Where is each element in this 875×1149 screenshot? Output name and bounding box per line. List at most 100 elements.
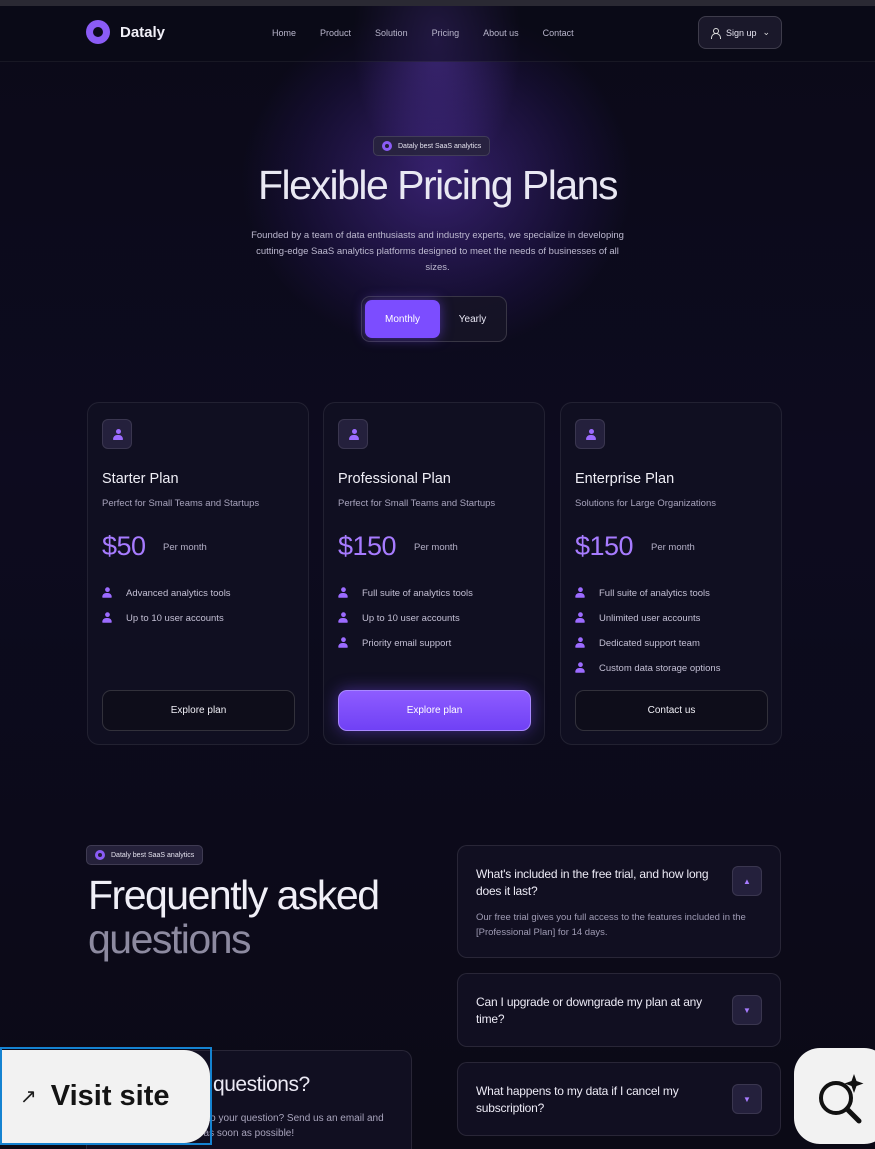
explore-plan-button[interactable]: Explore plan: [102, 690, 295, 731]
faq-answer: Our free trial gives you full access to …: [476, 912, 746, 938]
user-icon: [575, 636, 585, 648]
arrow-up-right-icon: ↗: [20, 1086, 37, 1108]
chevron-down-icon[interactable]: ▼: [732, 1084, 762, 1114]
nav-link-home[interactable]: Home: [272, 28, 296, 38]
faq-item-free-trial[interactable]: What's included in the free trial, and h…: [457, 845, 781, 958]
plan-card-starter: Starter Plan Perfect for Small Teams and…: [87, 402, 309, 745]
plan-period: Per month: [414, 542, 458, 553]
feature-label: Up to 10 user accounts: [126, 613, 224, 624]
nav-link-product[interactable]: Product: [320, 28, 351, 38]
feature-label: Unlimited user accounts: [599, 613, 701, 624]
plan-price: $150: [338, 531, 397, 561]
visual-search-button[interactable]: [794, 1048, 875, 1144]
top-navigation: Dataly Home Product Solution Pricing Abo…: [0, 6, 875, 62]
feature-item: Priority email support: [338, 631, 473, 656]
nav-link-about[interactable]: About us: [483, 28, 519, 38]
feature-list: Full suite of analytics tools Unlimited …: [575, 581, 720, 681]
user-icon: [102, 611, 112, 623]
plan-subtitle: Perfect for Small Teams and Startups: [102, 498, 260, 509]
nav-link-pricing[interactable]: Pricing: [432, 28, 460, 38]
user-icon: [575, 611, 585, 623]
user-icon: [338, 636, 348, 648]
plan-name: Professional Plan: [338, 471, 451, 487]
contact-us-button[interactable]: Contact us: [575, 690, 768, 731]
feature-item: Up to 10 user accounts: [338, 606, 473, 631]
user-icon: [102, 586, 112, 598]
pricing-page: Dataly Home Product Solution Pricing Abo…: [0, 0, 875, 1149]
feature-label: Up to 10 user accounts: [362, 613, 460, 624]
plan-name: Enterprise Plan: [575, 471, 675, 487]
plan-subtitle: Perfect for Small Teams and Startups: [338, 498, 496, 509]
chevron-down-icon: ⌄: [762, 27, 771, 37]
feature-label: Dedicated support team: [599, 638, 700, 649]
plan-subtitle: Solutions for Large Organizations: [575, 498, 716, 509]
logo-ring-icon: [382, 141, 392, 151]
user-icon: [586, 429, 596, 441]
person-icon: [710, 27, 721, 39]
feature-label: Full suite of analytics tools: [599, 588, 710, 599]
faq-badge-label: Dataly best SaaS analytics: [111, 851, 195, 859]
feature-item: Full suite of analytics tools: [575, 581, 720, 606]
plan-period: Per month: [163, 542, 207, 553]
signup-button[interactable]: Sign up ⌄: [698, 16, 782, 49]
plan-card-professional: Professional Plan Perfect for Small Team…: [323, 402, 545, 745]
user-icon: [338, 586, 348, 598]
feature-item: Custom data storage options: [575, 656, 720, 681]
visit-site-pill: ↗ Visit site: [2, 1050, 210, 1143]
signup-label: Sign up: [725, 27, 757, 38]
toggle-monthly[interactable]: Monthly: [365, 300, 440, 338]
hero-description: Founded by a team of data enthusiasts an…: [251, 230, 624, 273]
plan-icon: [102, 419, 132, 449]
feature-list: Full suite of analytics tools Up to 10 u…: [338, 581, 473, 656]
feature-label: Custom data storage options: [599, 663, 721, 674]
feature-label: Priority email support: [362, 638, 452, 649]
faq-question: Can I upgrade or downgrade my plan at an…: [476, 995, 702, 1026]
chevron-up-icon[interactable]: ▲: [732, 866, 762, 896]
plan-name: Starter Plan: [102, 471, 179, 487]
user-icon: [349, 429, 359, 441]
faq-question: What's included in the free trial, and h…: [476, 867, 709, 898]
page-title: Flexible Pricing Plans: [258, 162, 618, 208]
faq-heading-line2: questions: [88, 916, 252, 962]
toggle-yearly[interactable]: Yearly: [440, 300, 505, 338]
feature-item: Unlimited user accounts: [575, 606, 720, 631]
feature-item: Dedicated support team: [575, 631, 720, 656]
visit-site-button[interactable]: ↗ Visit site: [0, 1047, 212, 1145]
plan-period: Per month: [651, 542, 695, 553]
hero-badge-label: Dataly best SaaS analytics: [398, 142, 482, 150]
feature-list: Advanced analytics tools Up to 10 user a…: [102, 581, 231, 631]
visit-site-label: Visit site: [50, 1080, 170, 1112]
faq-question: What happens to my data if I cancel my s…: [476, 1084, 679, 1115]
nav-link-solution[interactable]: Solution: [375, 28, 408, 38]
brand-name: Dataly: [120, 23, 166, 41]
visual-search-icon: [819, 1074, 864, 1124]
plan-icon: [575, 419, 605, 449]
logo-ring-icon: [95, 850, 105, 860]
faq-badge: Dataly best SaaS analytics: [86, 845, 204, 865]
logo-ring-icon: [86, 20, 110, 44]
user-icon: [575, 586, 585, 598]
feature-label: Advanced analytics tools: [126, 588, 231, 599]
billing-toggle: Monthly Yearly: [361, 296, 507, 342]
faq-item-cancel[interactable]: What happens to my data if I cancel my s…: [457, 1062, 781, 1136]
plan-price: $50: [102, 531, 146, 561]
plan-price: $150: [575, 531, 634, 561]
plan-card-enterprise: Enterprise Plan Solutions for Large Orga…: [560, 402, 782, 745]
feature-label: Full suite of analytics tools: [362, 588, 473, 599]
nav-link-contact[interactable]: Contact: [543, 28, 574, 38]
feature-item: Full suite of analytics tools: [338, 581, 473, 606]
faq-heading-line1: Frequently asked: [88, 872, 380, 918]
brand-logo[interactable]: Dataly: [86, 20, 165, 44]
chevron-down-icon[interactable]: ▼: [732, 995, 762, 1025]
faq-item-upgrade[interactable]: Can I upgrade or downgrade my plan at an…: [457, 973, 781, 1047]
explore-plan-button[interactable]: Explore plan: [338, 690, 531, 731]
feature-item: Up to 10 user accounts: [102, 606, 231, 631]
feature-item: Advanced analytics tools: [102, 581, 231, 606]
hero-badge: Dataly best SaaS analytics: [373, 136, 491, 156]
nav-links: Home Product Solution Pricing About us C…: [272, 28, 598, 38]
user-icon: [575, 661, 585, 673]
faq-heading: Frequently asked questions: [88, 872, 380, 962]
user-icon: [113, 429, 123, 441]
plan-icon: [338, 419, 368, 449]
user-icon: [338, 611, 348, 623]
